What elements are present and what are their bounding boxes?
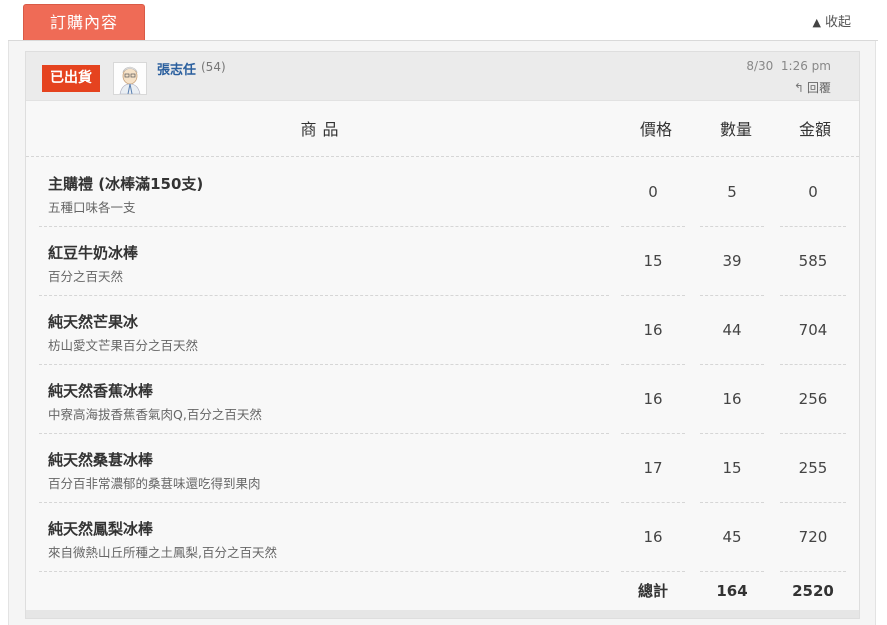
table-header: 商品 價格 數量 金額 — [26, 102, 859, 157]
collapse-button[interactable]: ▲ 收起 — [813, 11, 851, 30]
tab-order-content[interactable]: 訂購內容 — [23, 4, 145, 41]
product-name: 紅豆牛奶冰棒 — [48, 244, 139, 262]
product-name: 純天然芒果冰 — [48, 313, 139, 331]
qty-cell: 44 — [700, 296, 764, 365]
order-panel: 已出貨 張志任 (54) 8/30 1:26 pm ↰ 回覆 商品 價格 數量 … — [8, 41, 876, 625]
reply-label: 回覆 — [806, 81, 831, 95]
product-name: 純天然香蕉冰棒 — [48, 382, 154, 400]
total-label: 總計 — [637, 582, 668, 600]
amount-cell: 720 — [780, 503, 846, 572]
amount-cell: 585 — [780, 227, 846, 296]
status-badge: 已出貨 — [42, 65, 100, 92]
price-cell: 15 — [621, 227, 685, 296]
product-cell: 紅豆牛奶冰棒 百分之百天然 — [39, 227, 609, 296]
column-header-qty: 數量 — [719, 120, 752, 139]
reply-button[interactable]: ↰ 回覆 — [794, 79, 831, 96]
product-cell: 純天然芒果冰 枋山愛文芒果百分之百天然 — [39, 296, 609, 365]
column-header-price: 價格 — [639, 120, 672, 139]
product-cell: 純天然香蕉冰棒 中寮高海拔香蕉香氣肉Q,百分之百天然 — [39, 365, 609, 434]
price-cell: 17 — [621, 434, 685, 503]
price-cell: 0 — [621, 158, 685, 227]
product-desc: 百分之百天然 — [48, 269, 124, 284]
table-row: 純天然桑葚冰棒 百分百非常濃郁的桑葚味還吃得到果肉 17 15 255 — [26, 434, 859, 503]
product-name: 主購禮 (冰棒滿150支) — [48, 175, 204, 193]
amount-cell: 0 — [780, 158, 846, 227]
table-row: 紅豆牛奶冰棒 百分之百天然 15 39 585 — [26, 227, 859, 296]
price-cell: 16 — [621, 365, 685, 434]
column-header-amount: 金額 — [798, 120, 831, 139]
product-desc: 五種口味各一支 — [48, 200, 136, 215]
table-row: 純天然香蕉冰棒 中寮高海拔香蕉香氣肉Q,百分之百天然 16 16 256 — [26, 365, 859, 434]
collapse-label: 收起 — [824, 15, 851, 30]
avatar[interactable] — [113, 62, 147, 95]
column-header-product: 商品 — [300, 120, 345, 139]
qty-cell: 39 — [700, 227, 764, 296]
table-row: 純天然芒果冰 枋山愛文芒果百分之百天然 16 44 704 — [26, 296, 859, 365]
product-desc: 枋山愛文芒果百分之百天然 — [48, 338, 199, 353]
user-name-link[interactable]: 張志任 — [157, 59, 196, 78]
price-cell: 16 — [621, 503, 685, 572]
triangle-up-icon: ▲ — [812, 16, 821, 29]
product-desc: 來自微熱山丘所種之土鳳梨,百分之百天然 — [48, 545, 277, 560]
amount-cell: 704 — [780, 296, 846, 365]
product-desc: 中寮高海拔香蕉香氣肉Q,百分之百天然 — [48, 407, 262, 422]
amount-cell: 255 — [780, 434, 846, 503]
order-header: 已出貨 張志任 (54) 8/30 1:26 pm ↰ 回覆 — [26, 52, 859, 101]
tab-bar: 訂購內容 ▲ 收起 — [0, 0, 887, 41]
qty-cell: 5 — [700, 158, 764, 227]
price-cell: 16 — [621, 296, 685, 365]
table-row: 純天然鳳梨冰棒 來自微熱山丘所種之土鳳梨,百分之百天然 16 45 720 — [26, 503, 859, 572]
reply-arrow-icon: ↰ — [793, 81, 804, 95]
product-cell: 純天然鳳梨冰棒 來自微熱山丘所種之土鳳梨,百分之百天然 — [39, 503, 609, 572]
order-timestamp: 8/30 1:26 pm — [746, 59, 831, 73]
product-name: 純天然鳳梨冰棒 — [48, 520, 154, 538]
total-amount: 2520 — [792, 582, 834, 600]
order-card: 已出貨 張志任 (54) 8/30 1:26 pm ↰ 回覆 商品 價格 數量 … — [25, 51, 860, 619]
card-footer-strip — [26, 610, 859, 618]
table-row: 主購禮 (冰棒滿150支) 五種口味各一支 0 5 0 — [26, 158, 859, 227]
product-desc: 百分百非常濃郁的桑葚味還吃得到果肉 — [48, 476, 261, 491]
product-cell: 主購禮 (冰棒滿150支) 五種口味各一支 — [39, 158, 609, 227]
user-avatar-icon — [114, 63, 146, 95]
total-qty: 164 — [716, 582, 748, 600]
user-order-count: (54) — [201, 60, 226, 74]
total-row: 總計 164 2520 — [26, 569, 859, 614]
product-cell: 純天然桑葚冰棒 百分百非常濃郁的桑葚味還吃得到果肉 — [39, 434, 609, 503]
qty-cell: 45 — [700, 503, 764, 572]
qty-cell: 16 — [700, 365, 764, 434]
qty-cell: 15 — [700, 434, 764, 503]
order-date: 8/30 — [746, 59, 774, 73]
amount-cell: 256 — [780, 365, 846, 434]
order-time: 1:26 pm — [780, 59, 831, 73]
product-name: 純天然桑葚冰棒 — [48, 451, 154, 469]
